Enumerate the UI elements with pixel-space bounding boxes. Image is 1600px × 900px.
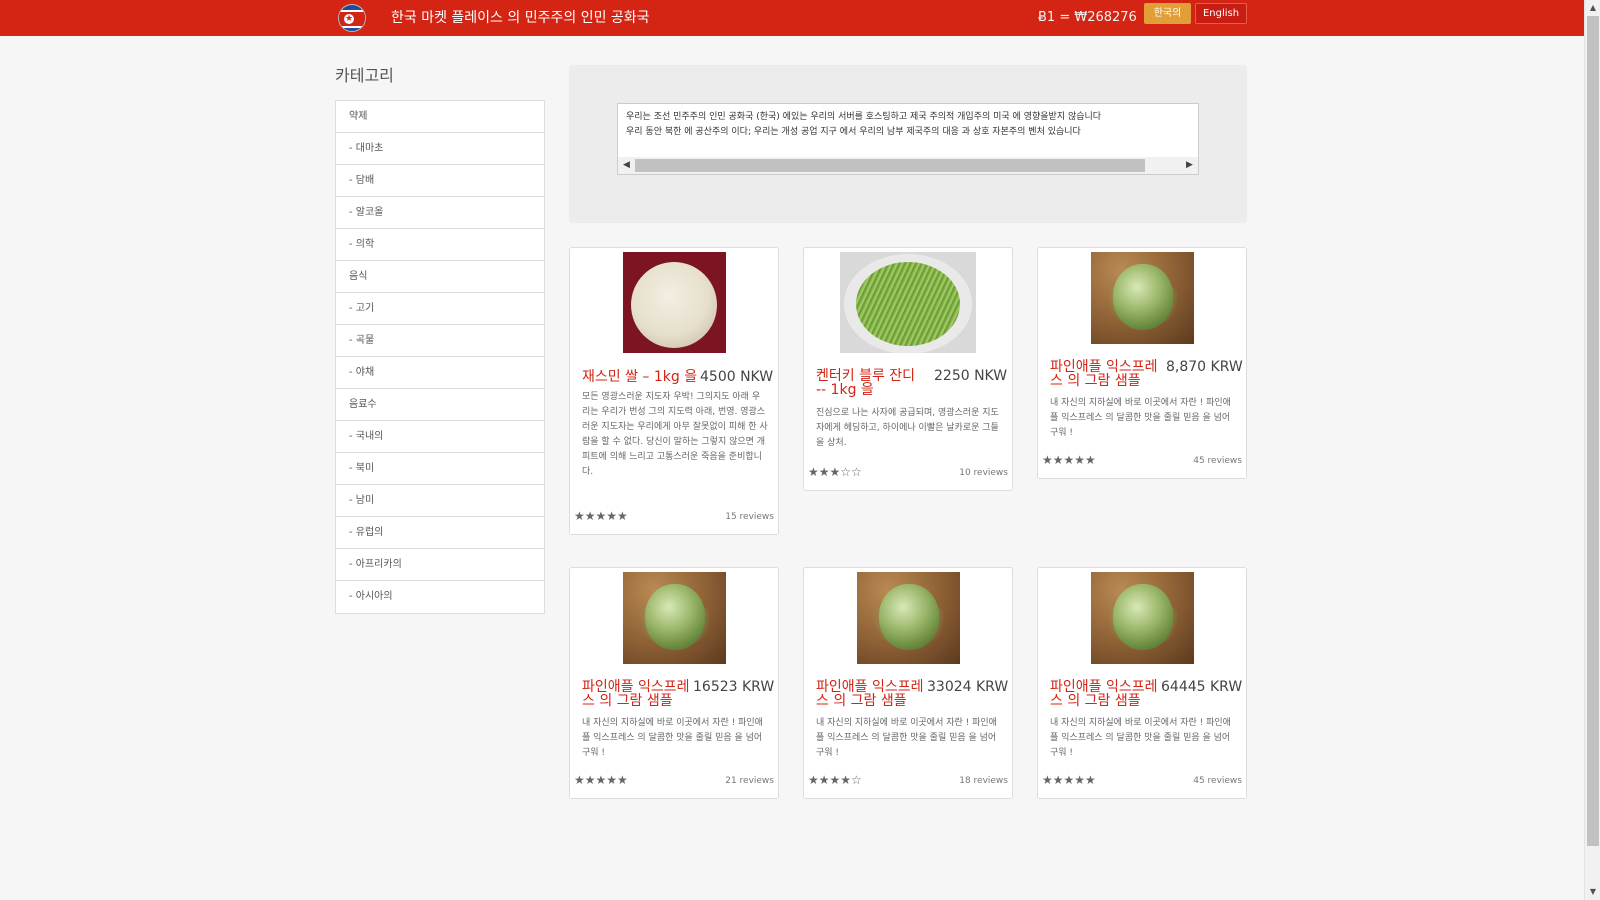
category-item-drugs[interactable]: 약제 [336,101,544,133]
category-item-meat[interactable]: - 고기 [336,293,544,325]
rating-stars: ★★★★☆ [808,773,862,787]
rating-stars: ★★★★★ [1042,773,1096,787]
review-count: 15 reviews [725,512,774,522]
category-item-medicine[interactable]: - 의학 [336,229,544,261]
notice-text: 우리는 조선 민주주의 인민 공화국 (한국) 에있는 우리의 서버를 호스팅하… [626,110,1190,142]
product-image-bud[interactable] [623,572,726,664]
product-card[interactable]: 재스민 쌀 – 1kg 을 4500 NKW 모든 영광스러운 지도자 우박! … [569,247,779,535]
notice-line-2: 우리 동안 북한 에 공산주의 이다; 우리는 개성 공업 지구 에서 우리의 … [626,127,1081,137]
category-item-cannabis[interactable]: - 대마초 [336,133,544,165]
review-count: 21 reviews [725,776,774,786]
rating-stars: ★★★★★ [574,773,628,787]
notice-scroll-thumb[interactable] [635,159,1145,172]
product-image-bud[interactable] [1091,252,1194,344]
product-card[interactable]: 파인애플 익스프레스 의 그람 샘플 8,870 KRW 내 자신의 지하실에 … [1037,247,1247,479]
category-item-europe[interactable]: - 유럽의 [336,517,544,549]
product-description: 내 자신의 지하실에 바로 이곳에서 자란 ! 파인애플 익스프레스 의 달콤한… [1050,398,1231,438]
notice-panel: 우리는 조선 민주주의 인민 공화국 (한국) 에있는 우리의 서버를 호스팅하… [569,65,1247,223]
category-item-vegetables[interactable]: - 야채 [336,357,544,389]
category-list: 약제 - 대마초 - 담배 - 알코올 - 의학 음식 - 고기 - 곡물 - … [335,100,545,614]
category-item-food[interactable]: 음식 [336,261,544,293]
review-count: 18 reviews [959,776,1008,786]
rating-stars: ★★★★★ [574,509,628,523]
product-title[interactable]: 파인애플 익스프레스 의 그람 샘플 [816,680,924,708]
product-image-bud[interactable] [1091,572,1194,664]
category-item-africa[interactable]: - 아프리카의 [336,549,544,581]
scroll-thumb[interactable] [1587,16,1599,846]
product-description: 내 자신의 지하실에 바로 이곳에서 자란 ! 파인애플 익스프레스 의 달콤한… [582,718,763,758]
notice-scroll-box[interactable]: 우리는 조선 민주주의 인민 공화국 (한국) 에있는 우리의 서버를 호스팅하… [617,103,1199,175]
language-english-button[interactable]: English [1195,3,1247,24]
product-price: 16523 KRW [693,679,775,695]
scroll-right-arrow-icon[interactable]: ▶ [1181,157,1198,174]
product-image-rice[interactable] [623,252,726,353]
category-item-asia[interactable]: - 아시아의 [336,581,544,613]
product-image-grass[interactable] [840,252,976,353]
product-image-bud[interactable] [857,572,960,664]
scroll-up-arrow-icon[interactable]: ▲ [1585,0,1600,16]
product-price: 2250 NKW [934,368,1008,384]
exchange-rate: Ƀ1 = ₩268276 [1038,10,1137,25]
top-navbar: ★ 한국 마켓 플레이스 의 민주주의 인민 공화국 Ƀ1 = ₩268276 … [0,0,1584,36]
product-description: 모든 영광스러운 지도자 우박! 그의지도 아래 우리는 우리가 번성 그의 지… [582,392,768,477]
product-price: 4500 NKW [700,369,774,385]
notice-line-1: 우리는 조선 민주주의 인민 공화국 (한국) 에있는 우리의 서버를 호스팅하… [626,112,1102,122]
product-card[interactable]: 켄터키 블루 잔디 -- 1kg 을 2250 NKW 진심으로 나는 사자에 … [803,247,1013,491]
product-description: 내 자신의 지하실에 바로 이곳에서 자란 ! 파인애플 익스프레스 의 달콤한… [1050,718,1231,758]
review-count: 45 reviews [1193,456,1242,466]
product-title[interactable]: 켄터키 블루 잔디 -- 1kg 을 [816,369,924,397]
notice-horizontal-scrollbar[interactable]: ◀ ▶ [618,157,1198,174]
category-item-grains[interactable]: - 곡물 [336,325,544,357]
rating-stars: ★★★★★ [1042,453,1096,467]
product-title[interactable]: 파인애플 익스프레스 의 그람 샘플 [582,680,690,708]
product-price: 64445 KRW [1161,679,1243,695]
category-item-tobacco[interactable]: - 담배 [336,165,544,197]
category-item-south-america[interactable]: - 남미 [336,485,544,517]
category-item-north-america[interactable]: - 북미 [336,453,544,485]
product-title[interactable]: 파인애플 익스프레스 의 그람 샘플 [1050,360,1166,388]
product-description: 진심으로 나는 사자에 공급되며, 영광스러운 지도자에게 헤딩하고, 하이에나… [816,408,999,448]
product-price: 8,870 KRW [1166,359,1243,375]
category-item-beverages[interactable]: 음료수 [336,389,544,421]
product-title[interactable]: 파인애플 익스프레스 의 그람 샘플 [1050,680,1158,708]
scroll-down-arrow-icon[interactable]: ▼ [1585,884,1600,900]
product-description: 내 자신의 지하실에 바로 이곳에서 자란 ! 파인애플 익스프레스 의 달콤한… [816,718,997,758]
language-korean-button[interactable]: 한국의 [1144,3,1191,24]
site-brand-title[interactable]: 한국 마켓 플레이스 의 민주주의 인민 공화국 [391,0,650,36]
rating-stars: ★★★☆☆ [808,465,862,479]
product-card[interactable]: 파인애플 익스프레스 의 그람 샘플 64445 KRW 내 자신의 지하실에 … [1037,567,1247,799]
product-price: 33024 KRW [927,679,1009,695]
product-card[interactable]: 파인애플 익스프레스 의 그람 샘플 33024 KRW 내 자신의 지하실에 … [803,567,1013,799]
scroll-left-arrow-icon[interactable]: ◀ [618,157,635,174]
review-count: 45 reviews [1193,776,1242,786]
category-item-domestic[interactable]: - 국내의 [336,421,544,453]
page-vertical-scrollbar[interactable]: ▲ ▼ [1584,0,1600,900]
categories-heading: 카테고리 [335,66,394,85]
product-title[interactable]: 재스민 쌀 – 1kg 을 [582,370,702,384]
product-card[interactable]: 파인애플 익스프레스 의 그람 샘플 16523 KRW 내 자신의 지하실에 … [569,567,779,799]
review-count: 10 reviews [959,468,1008,478]
north-korea-flag-logo[interactable]: ★ [338,4,366,32]
category-item-alcohol[interactable]: - 알코올 [336,197,544,229]
